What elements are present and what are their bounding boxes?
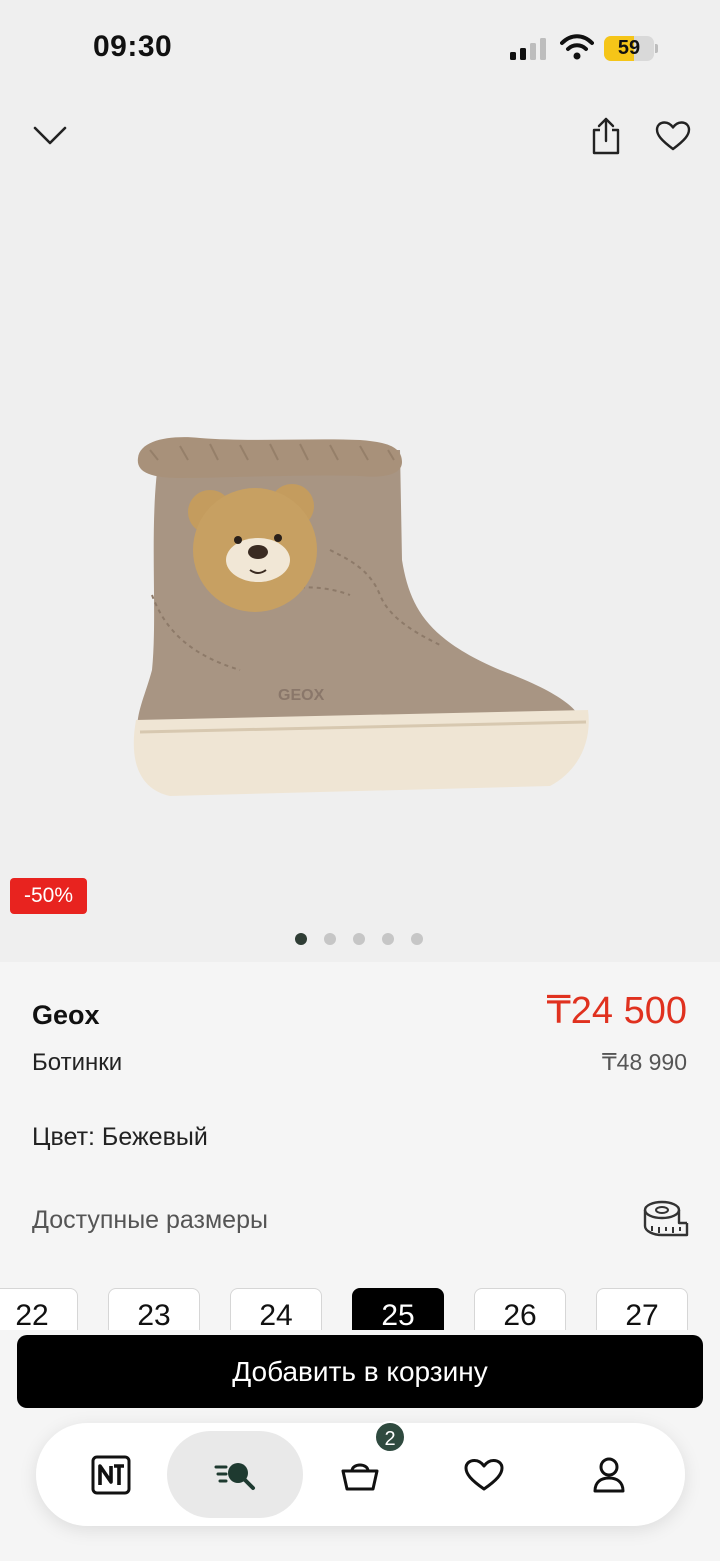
product-price: ₸24 500 xyxy=(546,990,687,1032)
measuring-tape-icon[interactable] xyxy=(642,1198,690,1238)
product-old-price: ₸48 990 xyxy=(602,1049,687,1075)
size-option-22[interactable]: 22 xyxy=(0,1288,78,1330)
add-to-cart-button[interactable]: Добавить в корзину xyxy=(17,1335,703,1408)
tab-cart[interactable] xyxy=(292,1431,428,1518)
share-button[interactable] xyxy=(584,114,628,158)
tab-search[interactable] xyxy=(167,1431,303,1518)
slide-dot[interactable] xyxy=(295,933,307,945)
product-image[interactable]: GEOX xyxy=(110,420,610,820)
heart-icon xyxy=(655,121,691,151)
size-option-27[interactable]: 27 xyxy=(596,1288,688,1330)
cellular-signal-icon xyxy=(510,38,546,60)
heart-icon xyxy=(464,1458,504,1490)
product-category: Ботинки xyxy=(32,1049,123,1076)
available-sizes-title: Доступные размеры xyxy=(32,1206,268,1234)
cart-count-badge: 2 xyxy=(374,1421,406,1453)
size-option-24[interactable]: 24 xyxy=(230,1288,322,1330)
size-selector: 22 23 24 25 26 27 xyxy=(0,1288,720,1330)
slide-dot[interactable] xyxy=(382,933,394,945)
basket-icon xyxy=(341,1463,379,1490)
slide-dot[interactable] xyxy=(353,933,365,945)
tab-home[interactable] xyxy=(43,1431,179,1518)
size-option-25[interactable]: 25 xyxy=(352,1288,444,1330)
user-icon xyxy=(593,1457,625,1492)
collapse-button[interactable] xyxy=(28,114,72,158)
logo-icon xyxy=(91,1455,131,1494)
chevron-down-icon xyxy=(33,126,67,145)
share-icon xyxy=(592,117,620,155)
bottom-tab-bar: 2 xyxy=(36,1421,685,1526)
product-gallery[interactable]: GEOX -50% xyxy=(0,0,720,962)
status-bar: 09:30 59 xyxy=(0,0,720,96)
wifi-icon xyxy=(560,34,594,60)
tab-favorites[interactable] xyxy=(416,1431,552,1518)
brand-imprint: GEOX xyxy=(278,687,325,704)
tab-profile[interactable] xyxy=(541,1431,677,1518)
favorite-button[interactable] xyxy=(651,114,695,158)
slide-indicator xyxy=(295,933,423,945)
product-brand[interactable]: Geox xyxy=(32,1000,100,1031)
discount-badge: -50% xyxy=(10,878,87,914)
search-icon xyxy=(214,1462,255,1490)
slide-dot[interactable] xyxy=(411,933,423,945)
size-option-26[interactable]: 26 xyxy=(474,1288,566,1330)
battery-percentage: 59 xyxy=(617,37,641,59)
size-option-23[interactable]: 23 xyxy=(108,1288,200,1330)
battery-indicator: 59 xyxy=(604,36,658,61)
product-color: Цвет: Бежевый xyxy=(32,1123,208,1151)
status-time: 09:30 xyxy=(93,30,173,63)
slide-dot[interactable] xyxy=(324,933,336,945)
